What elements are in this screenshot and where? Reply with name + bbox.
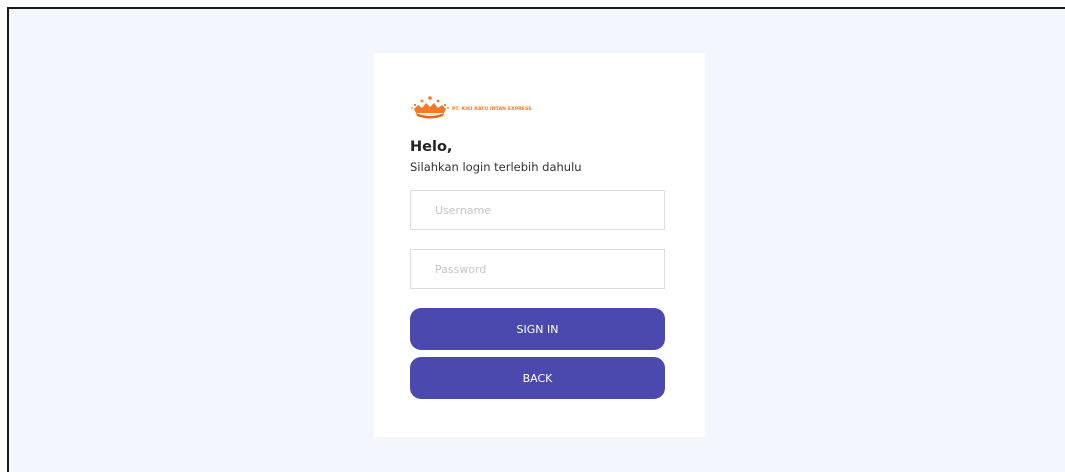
login-subtitle: Silahkan login terlebih dahulu [410,160,582,174]
company-logo: PT. KIKI RATU INTAN EXPRESS [410,95,532,121]
greeting-heading: Helo, [410,139,453,155]
username-input[interactable] [410,190,665,230]
password-input[interactable] [410,249,665,289]
login-card: PT. KIKI RATU INTAN EXPRESS Helo, Silahk… [374,53,705,437]
crown-icon [411,96,449,119]
company-name: PT. KIKI RATU INTAN EXPRESS [452,107,532,112]
back-button[interactable]: BACK [410,357,665,399]
page-background: PT. KIKI RATU INTAN EXPRESS Helo, Silahk… [7,7,1065,472]
sign-in-button[interactable]: SIGN IN [410,308,665,350]
